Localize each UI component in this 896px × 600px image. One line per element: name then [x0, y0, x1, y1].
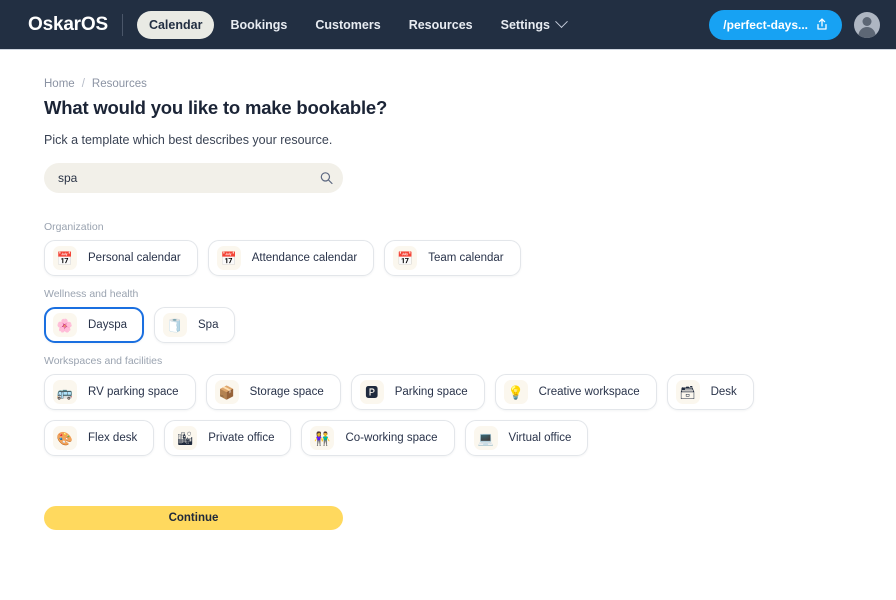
section-label: Wellness and health [44, 288, 139, 300]
template-sections: Organization 📅 Personal calendar 📅 Attendanc… [44, 221, 852, 456]
app-logo[interactable]: OskarOS [28, 14, 108, 36]
continue-wrapper: Continue [44, 506, 852, 530]
template-chip-label: Dayspa [88, 319, 127, 331]
nav-item-bookings[interactable]: Bookings [218, 11, 299, 39]
hot-stones-icon: 🧻 [163, 313, 187, 337]
nav-menu: Calendar Bookings Customers Resources Settin… [136, 10, 578, 39]
template-chip-private-office[interactable]: 🏙 Private office [164, 420, 292, 456]
lotus-icon: 🌸 [53, 313, 77, 337]
template-chip-label: Team calendar [428, 252, 504, 264]
template-chip-personal-calendar[interactable]: 📅 Personal calendar [44, 240, 198, 276]
template-chip-co-working-space[interactable]: 👫 Co-working space [301, 420, 455, 456]
template-chip-row: 🌸 Dayspa 🧻 Spa [44, 307, 852, 343]
page-title: What would you like to make bookable? [44, 97, 388, 118]
nav-item-label: Bookings [230, 17, 288, 32]
people-icon: 👫 [310, 426, 335, 450]
share-link-button[interactable]: /perfect-days... [709, 9, 842, 40]
template-chip-dayspa[interactable]: 🌸 Dayspa [44, 307, 144, 343]
template-chip-row: 🚌 RV parking space 📦 Storage space 🅿 Parking … [44, 374, 852, 456]
template-chip-label: Private office [208, 432, 275, 444]
template-chip-rv-parking-space[interactable]: 🚌 RV parking space [44, 374, 196, 410]
nav-divider [121, 13, 123, 36]
search-field-wrapper [44, 163, 343, 193]
continue-button[interactable]: Continue [44, 506, 343, 530]
chevron-down-icon [555, 15, 568, 29]
template-chip-creative-workspace[interactable]: 💡 Creative workspace [494, 374, 657, 410]
nav-item-customers[interactable]: Customers [303, 11, 392, 39]
nav-item-resources[interactable]: Resources [397, 11, 485, 39]
page-content: Home / Resources What would you like to … [0, 50, 896, 530]
section-workspaces-and-facilities: Workspaces and facilities 🚌 RV parking spa… [44, 355, 852, 456]
template-chip-label: Parking space [394, 386, 468, 398]
top-navigation-bar: OskarOS Calendar Bookings Customers Resourc… [0, 0, 896, 50]
search-icon[interactable] [320, 172, 333, 185]
template-chip-row: 📅 Personal calendar 📅 Attendance calendar 📅 T… [44, 240, 852, 276]
template-chip-flex-desk[interactable]: 🎨 Flex desk [44, 420, 155, 456]
nav-item-calendar[interactable]: Calendar [136, 10, 215, 39]
section-wellness-and-health: Wellness and health 🌸 Dayspa 🧻 Spa [44, 288, 852, 343]
template-chip-attendance-calendar[interactable]: 📅 Attendance calendar [207, 240, 375, 276]
art-supplies-icon: 🎨 [53, 426, 77, 450]
calendar-icon: 📅 [53, 246, 77, 270]
section-organization: Organization 📅 Personal calendar 📅 Attendanc… [44, 221, 852, 276]
lightbulb-icon: 💡 [503, 380, 528, 404]
office-building-icon: 🏙 [173, 426, 198, 450]
template-chip-storage-space[interactable]: 📦 Storage space [205, 374, 341, 410]
template-chip-spa[interactable]: 🧻 Spa [154, 307, 236, 343]
breadcrumb-current[interactable]: Resources [92, 78, 147, 90]
package-icon: 📦 [214, 380, 239, 404]
template-chip-label: Desk [710, 386, 737, 398]
rv-icon: 🚌 [53, 380, 77, 404]
template-chip-virtual-office[interactable]: 💻 Virtual office [464, 420, 589, 456]
nav-item-label: Calendar [148, 17, 203, 32]
template-chip-label: Storage space [249, 386, 324, 398]
section-label: Workspaces and facilities [44, 355, 163, 367]
nav-item-label: Resources [408, 17, 473, 32]
calendar-icon: 📅 [216, 246, 241, 270]
share-icon [816, 18, 828, 31]
search-input[interactable] [44, 163, 343, 193]
template-chip-parking-space[interactable]: 🅿 Parking space [350, 374, 485, 410]
breadcrumb: Home / Resources [44, 78, 852, 90]
page-subtitle: Pick a template which best describes you… [44, 133, 333, 147]
template-chip-label: Personal calendar [88, 252, 181, 264]
nav-item-label: Settings [500, 17, 550, 32]
breadcrumb-separator: / [81, 78, 85, 90]
desk-icon: 🗃 [675, 380, 700, 404]
template-chip-label: Co-working space [345, 432, 438, 444]
laptop-icon: 💻 [473, 426, 498, 450]
template-chip-label: Flex desk [88, 432, 138, 444]
template-chip-label: Virtual office [508, 432, 572, 444]
template-chip-label: Creative workspace [538, 386, 640, 398]
breadcrumb-home[interactable]: Home [44, 78, 75, 90]
parking-icon: 🅿 [359, 380, 384, 404]
template-chip-desk[interactable]: 🗃 Desk [666, 374, 754, 410]
template-chip-label: Spa [198, 319, 219, 331]
share-link-label: /perfect-days... [723, 17, 808, 32]
template-chip-label: RV parking space [88, 386, 179, 398]
calendar-icon: 📅 [393, 246, 418, 270]
nav-right-group: /perfect-days... [709, 9, 880, 40]
nav-item-settings[interactable]: Settings [489, 11, 578, 39]
nav-item-label: Customers [315, 17, 381, 32]
template-chip-label: Attendance calendar [251, 252, 358, 264]
avatar[interactable] [854, 11, 880, 38]
template-chip-team-calendar[interactable]: 📅 Team calendar [384, 240, 521, 276]
section-label: Organization [44, 221, 104, 233]
